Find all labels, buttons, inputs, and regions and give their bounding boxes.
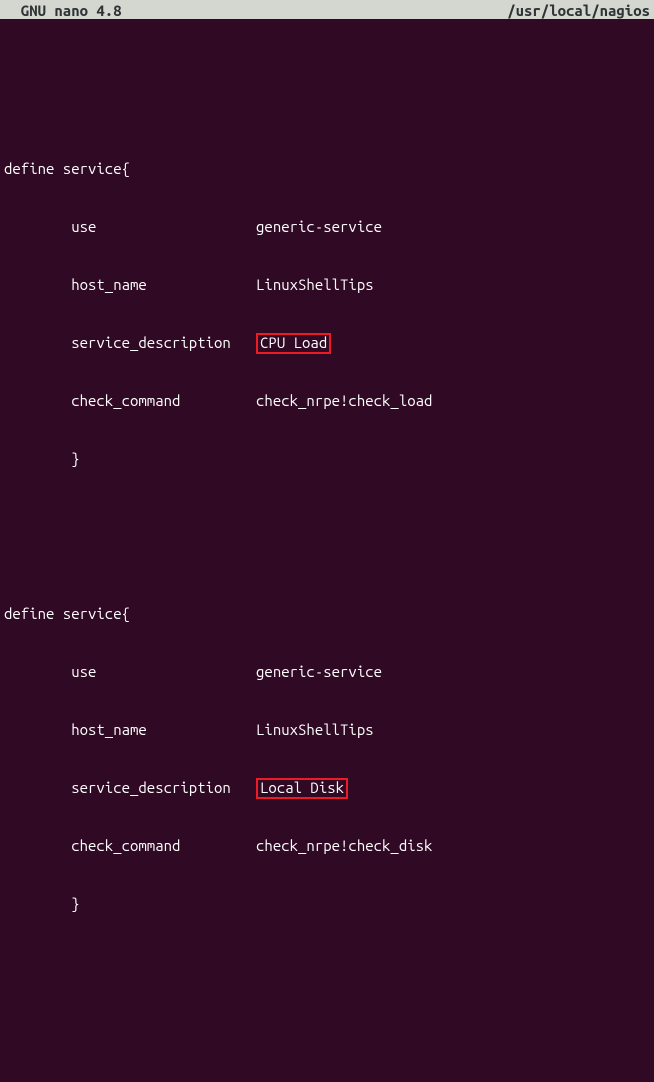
config-line: use generic-service xyxy=(4,662,650,681)
blank-line xyxy=(4,952,650,971)
blank-line xyxy=(4,62,650,81)
config-line: use generic-service xyxy=(4,217,650,236)
config-line: check_command check_nrpe!check_load xyxy=(4,391,650,410)
file-path: /usr/local/nagios xyxy=(507,1,650,18)
config-line: service_description Local Disk xyxy=(4,778,650,797)
highlight-annotation: CPU Load xyxy=(256,333,331,354)
config-line: define service{ xyxy=(4,604,650,623)
config-line: } xyxy=(4,894,650,913)
blank-line xyxy=(4,1010,650,1029)
config-line: service_description CPU Load xyxy=(4,333,650,352)
app-name: GNU nano 4.8 xyxy=(4,1,122,18)
highlight-annotation: Local Disk xyxy=(256,778,348,799)
editor-area[interactable]: define service{ use generic-service host… xyxy=(0,19,654,1082)
config-line: host_name LinuxShellTips xyxy=(4,720,650,739)
config-line: define service{ xyxy=(4,159,650,178)
config-line: } xyxy=(4,449,650,468)
config-line: host_name LinuxShellTips xyxy=(4,275,650,294)
blank-line xyxy=(4,507,650,526)
config-line: check_command check_nrpe!check_disk xyxy=(4,836,650,855)
titlebar: GNU nano 4.8 /usr/local/nagios xyxy=(0,0,654,19)
